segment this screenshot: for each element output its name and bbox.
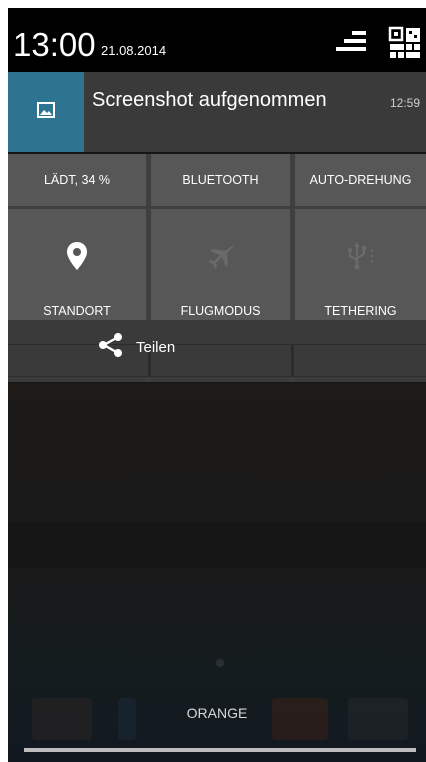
notification-shade-screen: 13:00 21.08.2014 Screenshot aufgenommen … [8,8,426,762]
carrier-name: ORANGE [186,705,248,721]
notification-icon-box [8,72,84,152]
airplane-icon [151,241,290,273]
usb-icon [295,241,426,271]
notification-time: 12:59 [389,96,420,110]
location-pin-icon [8,241,146,271]
tile-label: BLUETOOTH [182,173,259,187]
share-button[interactable]: Teilen [98,332,175,362]
clock-time: 13:00 [13,26,96,63]
page-indicator-dot [216,659,224,667]
image-icon [37,101,55,123]
share-action-bar: Teilen [8,320,426,377]
tile-label: TETHERING [324,304,397,318]
divider [8,344,426,345]
tile-label: AUTO-DREHUNG [309,173,412,187]
clock-date: 21.08.2014 [101,43,167,58]
screenshot-notification[interactable]: Screenshot aufgenommen 12:59 [8,72,426,152]
share-icon [98,332,124,362]
tile-label: STANDORT [43,304,111,318]
homescreen-background [8,383,426,523]
tile-bluetooth[interactable]: BLUETOOTH [151,154,290,206]
signal-bars-icon[interactable] [334,31,368,58]
share-label: Teilen [136,338,176,356]
tile-label: FLUGMODUS [180,304,261,318]
shade-drag-handle[interactable] [24,748,416,752]
tile-auto-rotate[interactable]: AUTO-DREHUNG [295,154,426,206]
tile-label: LÄDT, 34 % [43,173,110,187]
tile-tethering[interactable]: TETHERING [295,209,426,327]
tile-airplane-mode[interactable]: FLUGMODUS [151,209,290,327]
status-bar: 13:00 21.08.2014 [8,8,426,72]
tile-battery[interactable]: LÄDT, 34 % [8,154,146,206]
tile-location[interactable]: STANDORT [8,209,146,327]
divider [291,344,294,376]
settings-grid-icon[interactable] [388,26,422,65]
notification-title: Screenshot aufgenommen [92,89,327,111]
